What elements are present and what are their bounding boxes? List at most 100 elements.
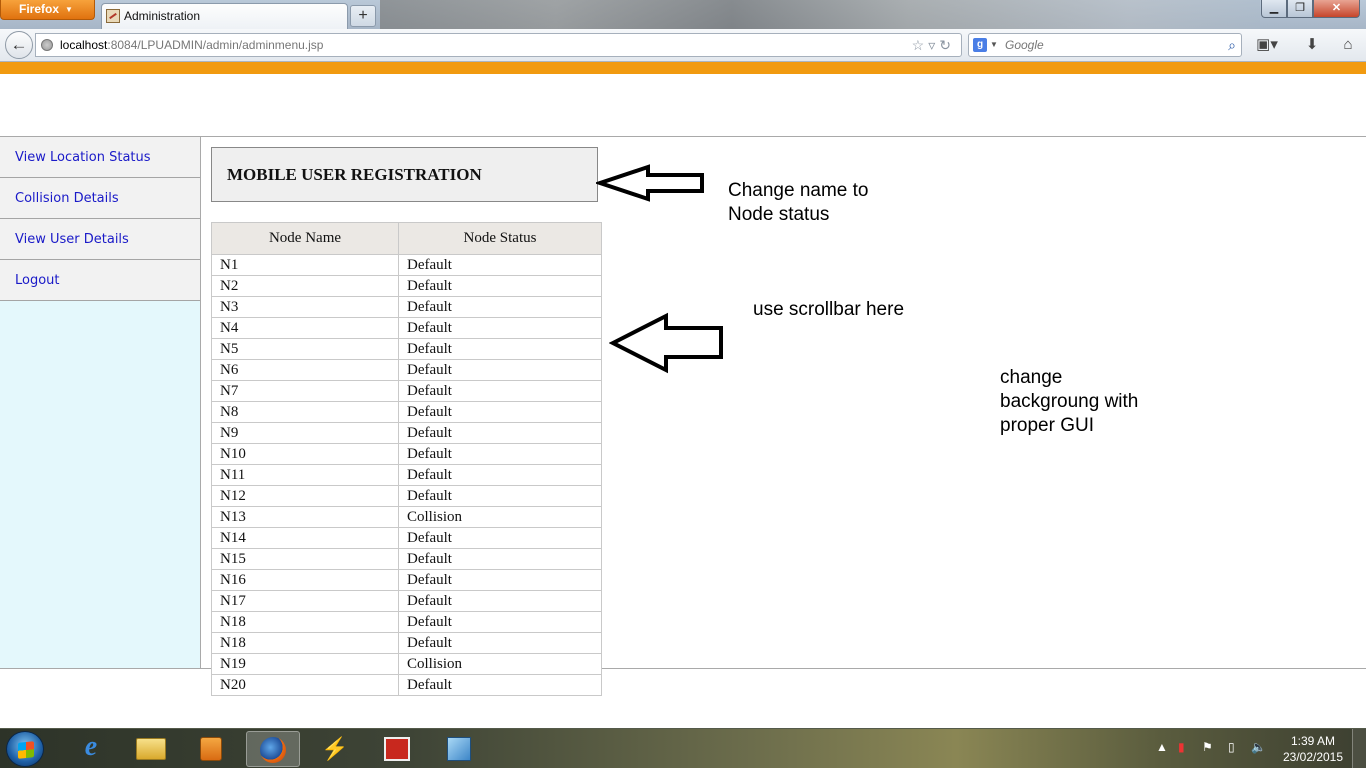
table-row: N7 Default (211, 380, 602, 402)
lightning-app-icon[interactable]: ⚡ (308, 731, 362, 767)
home-icon[interactable]: ⌂ (1337, 34, 1359, 56)
windows-logo-icon (18, 741, 34, 759)
media-player-icon[interactable] (184, 731, 238, 767)
node-status-cell: Collision (398, 653, 602, 675)
node-status-cell: Default (398, 317, 602, 339)
annotation-note: use scrollbar here (753, 299, 905, 320)
file-explorer-icon[interactable] (124, 731, 178, 767)
power-icon[interactable]: ▯ (1228, 740, 1235, 754)
node-status-cell: Default (398, 464, 602, 486)
table-row: N3 Default (211, 296, 602, 318)
clock-time: 1:39 AM (1290, 734, 1336, 748)
system-tray: ▲ ▮ ⚑ ▯ 🔈 1:39 AM 23/02/2015 (1150, 729, 1366, 769)
dropdown-icon[interactable]: ▿ (928, 37, 939, 53)
table-header-row: Node Name Node Status (211, 222, 602, 255)
clock[interactable]: 1:39 AM 23/02/2015 (1278, 733, 1348, 765)
tab-administration[interactable]: Administration (101, 3, 348, 29)
internet-explorer-icon[interactable]: e (64, 731, 118, 767)
accent-strip (0, 62, 1366, 74)
page-title: MOBILE USER REGISTRATION (211, 147, 598, 202)
google-engine-icon[interactable]: g (973, 38, 987, 52)
search-icon[interactable]: ⌕ (1228, 34, 1236, 56)
signal-icon[interactable]: ▮ (1178, 740, 1185, 754)
close-button[interactable]: ✕ (1313, 0, 1360, 18)
table-row: N9 Default (211, 422, 602, 444)
node-name-cell: N7 (211, 380, 399, 402)
node-name-cell: N16 (211, 569, 399, 591)
annotation-arrow-left-icon (596, 164, 704, 202)
table-row: N1 Default (211, 254, 602, 276)
reload-icon[interactable]: ↻ (939, 37, 955, 53)
table-row: N16 Default (211, 569, 602, 591)
virtualbox-icon[interactable] (432, 731, 486, 767)
show-desktop-button[interactable] (1352, 729, 1366, 769)
node-name-cell: N6 (211, 359, 399, 381)
node-status-cell: Default (398, 359, 602, 381)
node-status-cell: Default (398, 527, 602, 549)
node-name-cell: N3 (211, 296, 399, 318)
node-name-cell: N2 (211, 275, 399, 297)
node-status-cell: Default (398, 380, 602, 402)
node-name-cell: N18 (211, 611, 399, 633)
firefox-taskbar-icon[interactable] (246, 731, 300, 767)
node-name-cell: N8 (211, 401, 399, 423)
url-path: :8084/LPUADMIN/admin/adminmenu.jsp (107, 38, 324, 52)
table-row: N8 Default (211, 401, 602, 423)
table-row: N15 Default (211, 548, 602, 570)
page-header (0, 74, 1366, 137)
star-icon[interactable]: ☆ (912, 37, 929, 53)
node-status-cell: Default (398, 485, 602, 507)
volume-icon[interactable]: 🔈 (1251, 740, 1266, 754)
table-row: N2 Default (211, 275, 602, 297)
new-tab-button[interactable]: + (350, 5, 376, 27)
show-hidden-icons-icon[interactable]: ▲ (1156, 740, 1168, 754)
node-status-cell: Default (398, 443, 602, 465)
node-status-cell: Default (398, 296, 602, 318)
annotation-note: change backgroung with proper GUI (1000, 367, 1139, 436)
table-row: N5 Default (211, 338, 602, 360)
annotation-note: Change name to Node status (728, 180, 869, 225)
back-button[interactable]: ← (5, 31, 33, 59)
node-name-cell: N19 (211, 653, 399, 675)
sidebar-item-view-location-status[interactable]: View Location Status (0, 137, 200, 178)
node-name-cell: N4 (211, 317, 399, 339)
node-status-cell: Default (398, 548, 602, 570)
globe-icon (41, 39, 53, 51)
url-bar[interactable]: localhost:8084/LPUADMIN/admin/adminmenu.… (35, 33, 962, 57)
column-header: Node Name (211, 222, 399, 255)
node-status-cell: Default (398, 632, 602, 654)
node-name-cell: N5 (211, 338, 399, 360)
node-name-cell: N13 (211, 506, 399, 528)
search-input[interactable]: g ▼ Google ⌕ (968, 33, 1242, 57)
node-name-cell: N18 (211, 632, 399, 654)
firefox-menu-button[interactable]: Firefox ▼ (0, 0, 95, 20)
node-name-cell: N9 (211, 422, 399, 444)
tab-title: Administration (124, 9, 201, 23)
minimize-button[interactable]: ▁ (1261, 0, 1287, 18)
network-icon[interactable]: ⚑ (1202, 740, 1213, 754)
node-status-cell: Default (398, 674, 602, 696)
node-status-cell: Collision (398, 506, 602, 528)
annotation-arrow-left-icon (609, 312, 723, 374)
sidebar-item-collision-details[interactable]: Collision Details (0, 178, 200, 219)
page-footer (0, 668, 1366, 728)
start-button[interactable] (6, 731, 44, 767)
table-row: N6 Default (211, 359, 602, 381)
node-status-cell: Default (398, 569, 602, 591)
maximize-button[interactable]: ❐ (1287, 0, 1313, 18)
node-status-cell: Default (398, 590, 602, 612)
node-name-cell: N11 (211, 464, 399, 486)
bookmarks-icon[interactable]: ▣▾ (1256, 34, 1278, 56)
node-status-table: Node Name Node Status N1 Default N2 Default… (211, 222, 602, 696)
table-row: N4 Default (211, 317, 602, 339)
table-row: N18 Default (211, 611, 602, 633)
download-icon[interactable]: ⬇ (1301, 34, 1323, 56)
taskbar: e ⚡ ▲ ▮ ⚑ ▯ 🔈 1:39 AM 23/02/2015 (0, 728, 1366, 769)
sidebar-item-view-user-details[interactable]: View User Details (0, 219, 200, 260)
chevron-down-icon[interactable]: ▼ (990, 34, 998, 56)
red-app-icon[interactable] (370, 731, 424, 767)
table-row: N14 Default (211, 527, 602, 549)
sidebar-item-logout[interactable]: Logout (0, 260, 200, 301)
table-row: N19 Collision (211, 653, 602, 675)
node-status-cell: Default (398, 422, 602, 444)
